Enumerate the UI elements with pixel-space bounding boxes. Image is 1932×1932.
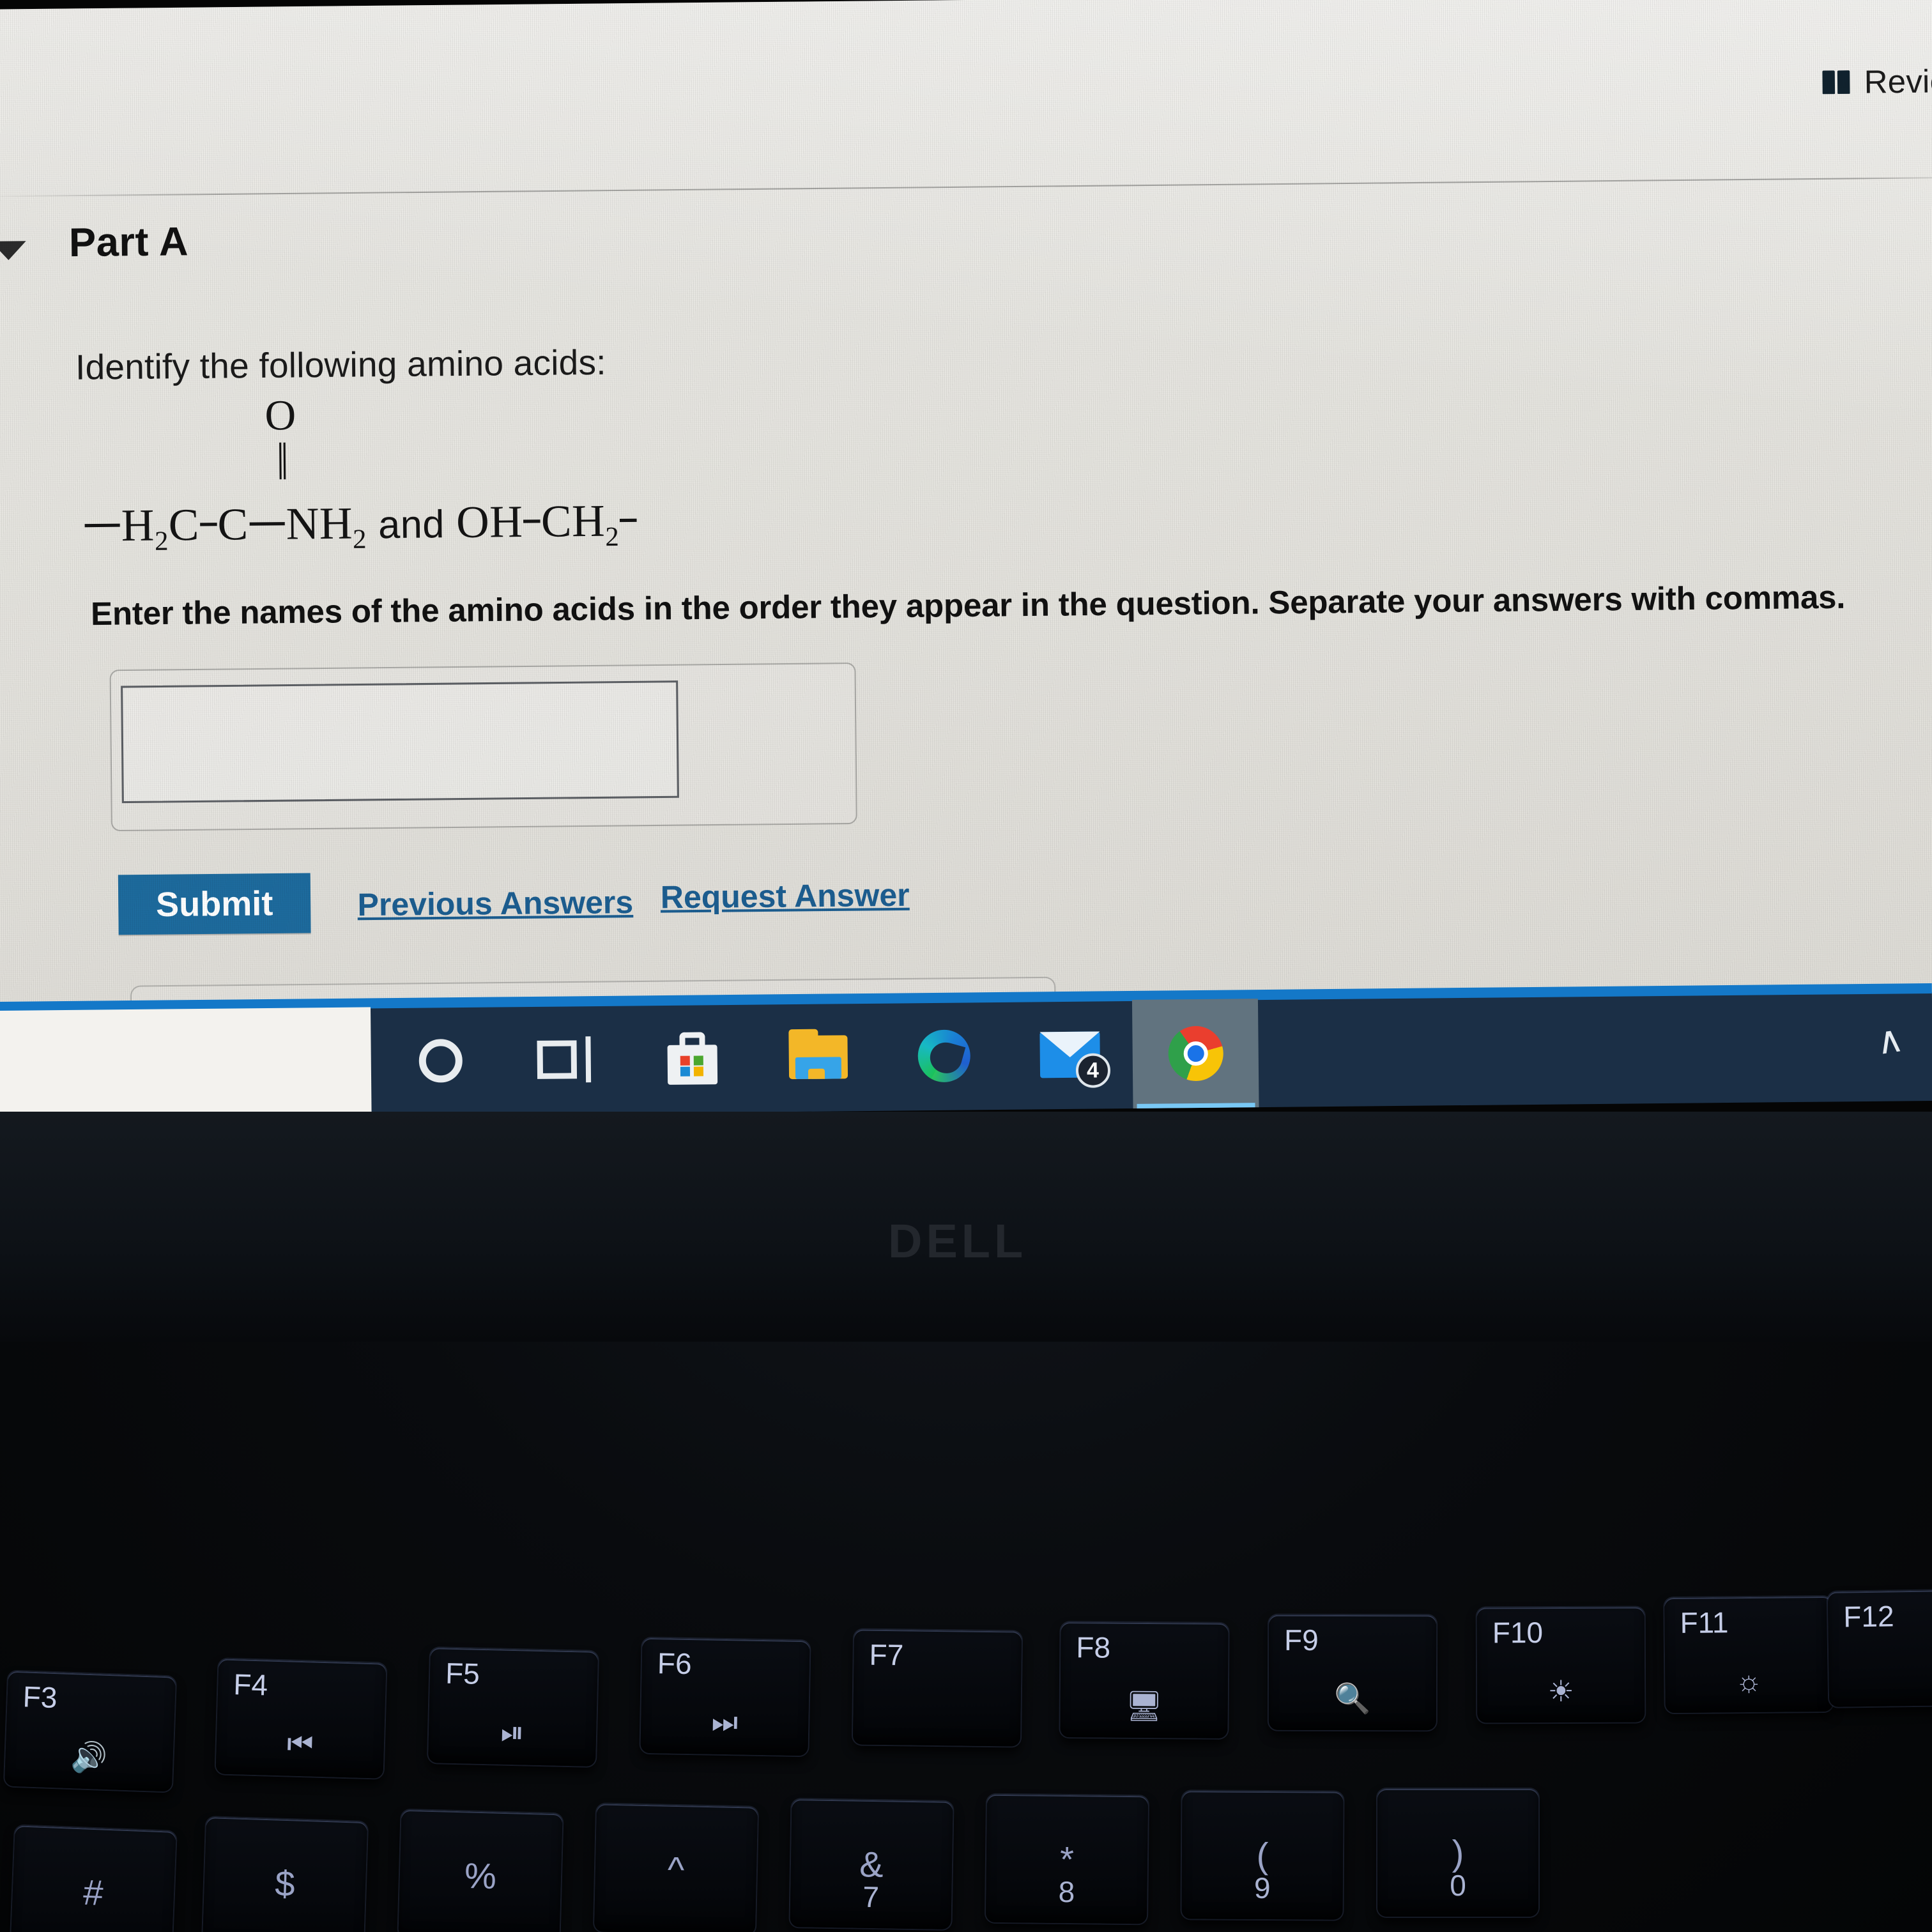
key-f8-label: F8 (1076, 1630, 1111, 1664)
page-title: Part A (68, 219, 189, 266)
tray-chevron-up-icon[interactable]: ∧ (1873, 1016, 1906, 1064)
review-button[interactable]: Review (1822, 62, 1932, 101)
search-icon: 🔍 (1334, 1681, 1371, 1715)
key-8-digit: 8 (1058, 1874, 1075, 1909)
mail-badge: 4 (1075, 1053, 1110, 1088)
key-f4[interactable]: F4 ⏮ (215, 1659, 387, 1779)
key-f3-label: F3 (22, 1680, 58, 1715)
windows-taskbar: 4 ∧ (0, 983, 1932, 1121)
key-f9[interactable]: F9 🔍 (1268, 1614, 1437, 1731)
key-6-shift: ^ (667, 1849, 685, 1890)
taskbar-item-file-explorer[interactable] (755, 1002, 882, 1112)
double-bond: || (276, 435, 285, 480)
taskbar-icons: 4 (377, 999, 1259, 1116)
key-f7[interactable]: F7 (852, 1629, 1022, 1747)
request-answer-link[interactable]: Request Answer (661, 877, 910, 916)
part-a-header[interactable]: Part A (0, 206, 1932, 288)
review-label: Review (1864, 63, 1932, 100)
previous-answers-link[interactable]: Previous Answers (357, 884, 633, 923)
conjunction: and (378, 502, 445, 547)
key-f6[interactable]: F6 ⏭ (640, 1637, 810, 1756)
key-f10-label: F10 (1492, 1616, 1544, 1650)
oxygen-atom: O (264, 391, 296, 440)
taskbar-item-cortana[interactable] (377, 1006, 504, 1116)
amine-group: NH2 (286, 498, 367, 555)
bond-mid (199, 523, 217, 526)
next-track-icon: ⏭ (711, 1705, 739, 1739)
key-5[interactable]: % (398, 1809, 563, 1932)
key-f11[interactable]: F11 ☼ (1664, 1596, 1833, 1713)
key-9-digit: 9 (1254, 1871, 1271, 1905)
answer-input[interactable] (123, 682, 677, 802)
key-9[interactable]: ( 9 (1181, 1791, 1344, 1920)
store-bag-icon (667, 1032, 717, 1085)
task-view-icon (536, 1036, 596, 1083)
key-f12[interactable]: F12 (1827, 1590, 1932, 1707)
key-f5-label: F5 (445, 1656, 480, 1690)
dell-wordmark: DELL (888, 1215, 1027, 1268)
key-f11-label: F11 (1680, 1606, 1729, 1639)
bond-end (620, 519, 637, 523)
key-f9-label: F9 (1284, 1623, 1319, 1657)
key-4[interactable]: $ (202, 1817, 368, 1932)
key-0-shift: ) (1452, 1832, 1464, 1873)
key-6[interactable]: ^ (594, 1804, 758, 1932)
answer-input-wrapper[interactable] (121, 680, 679, 804)
key-f10[interactable]: F10 ☀ (1476, 1607, 1645, 1723)
key-7-digit: 7 (862, 1880, 880, 1914)
carbonyl-carbon: C (217, 499, 249, 550)
key-f7-label: F7 (869, 1637, 904, 1672)
play-pause-icon: ⏯ (500, 1715, 525, 1749)
key-f3[interactable]: F3 🔊 (4, 1671, 176, 1792)
top-band: Review (0, 0, 1932, 197)
formula-right: OH (456, 496, 523, 548)
brightness-icon: ☼ (1735, 1664, 1763, 1698)
previous-track-icon: ⏮ (286, 1726, 314, 1761)
taskbar-item-mail[interactable]: 4 (1006, 1000, 1133, 1110)
key-f8[interactable]: F8 🖥 (1060, 1622, 1229, 1738)
edge-swirl-icon (917, 1029, 970, 1083)
volume-icon: 🔊 (70, 1739, 109, 1774)
header-divider (0, 176, 1932, 197)
taskbar-item-microsoft-store[interactable] (629, 1004, 756, 1114)
key-3-shift: # (82, 1871, 104, 1913)
key-f6-label: F6 (657, 1646, 693, 1681)
book-icon (1822, 70, 1850, 95)
key-f4-label: F4 (233, 1667, 268, 1702)
key-4-shift: $ (274, 1863, 296, 1904)
display-switch-icon: 🖥 (1125, 1689, 1163, 1723)
key-9-shift: ( (1256, 1835, 1269, 1876)
keyboard-backlight-icon: ☀ (1547, 1674, 1574, 1708)
chrome-icon (1167, 1025, 1223, 1082)
dell-logo: DELL (888, 1214, 1027, 1268)
taskbar-item-microsoft-edge[interactable] (880, 1001, 1008, 1111)
methylene-group: CH2 (540, 496, 620, 553)
formula-row: H2C C NH2 and OH CH2 (83, 495, 638, 558)
formula-left: H2C (121, 500, 200, 557)
circle-icon (418, 1039, 463, 1083)
key-8[interactable]: * 8 (985, 1794, 1149, 1924)
submit-button[interactable]: Submit (118, 873, 311, 935)
taskbar-item-google-chrome[interactable] (1131, 999, 1259, 1108)
key-5-shift: % (464, 1855, 497, 1897)
taskbar-item-task-view[interactable] (503, 1005, 630, 1115)
answer-instruction: Enter the names of the amino acids in th… (90, 578, 1846, 632)
question-prompt: Identify the following amino acids: (75, 342, 607, 388)
folder-icon (788, 1029, 848, 1080)
key-7[interactable]: & 7 (790, 1799, 953, 1929)
bond-right (249, 522, 285, 526)
key-f12-label: F12 (1843, 1599, 1894, 1634)
laptop-screen: Review Part A Identify the following ami… (0, 0, 1932, 1046)
envelope-icon: 4 (1039, 1031, 1110, 1088)
caret-down-icon[interactable] (0, 241, 26, 261)
key-0[interactable]: ) 0 (1377, 1789, 1538, 1917)
key-8-shift: * (1059, 1839, 1075, 1880)
bond-oh (523, 519, 540, 524)
bond-left (84, 524, 120, 528)
key-0-digit: 0 (1450, 1869, 1466, 1902)
key-f5[interactable]: F5 ⏯ (427, 1648, 599, 1767)
key-3[interactable]: # (10, 1825, 176, 1932)
taskbar-start-area[interactable] (0, 1007, 372, 1121)
laptop-photo-scene: Review Part A Identify the following ami… (0, 0, 1932, 1932)
